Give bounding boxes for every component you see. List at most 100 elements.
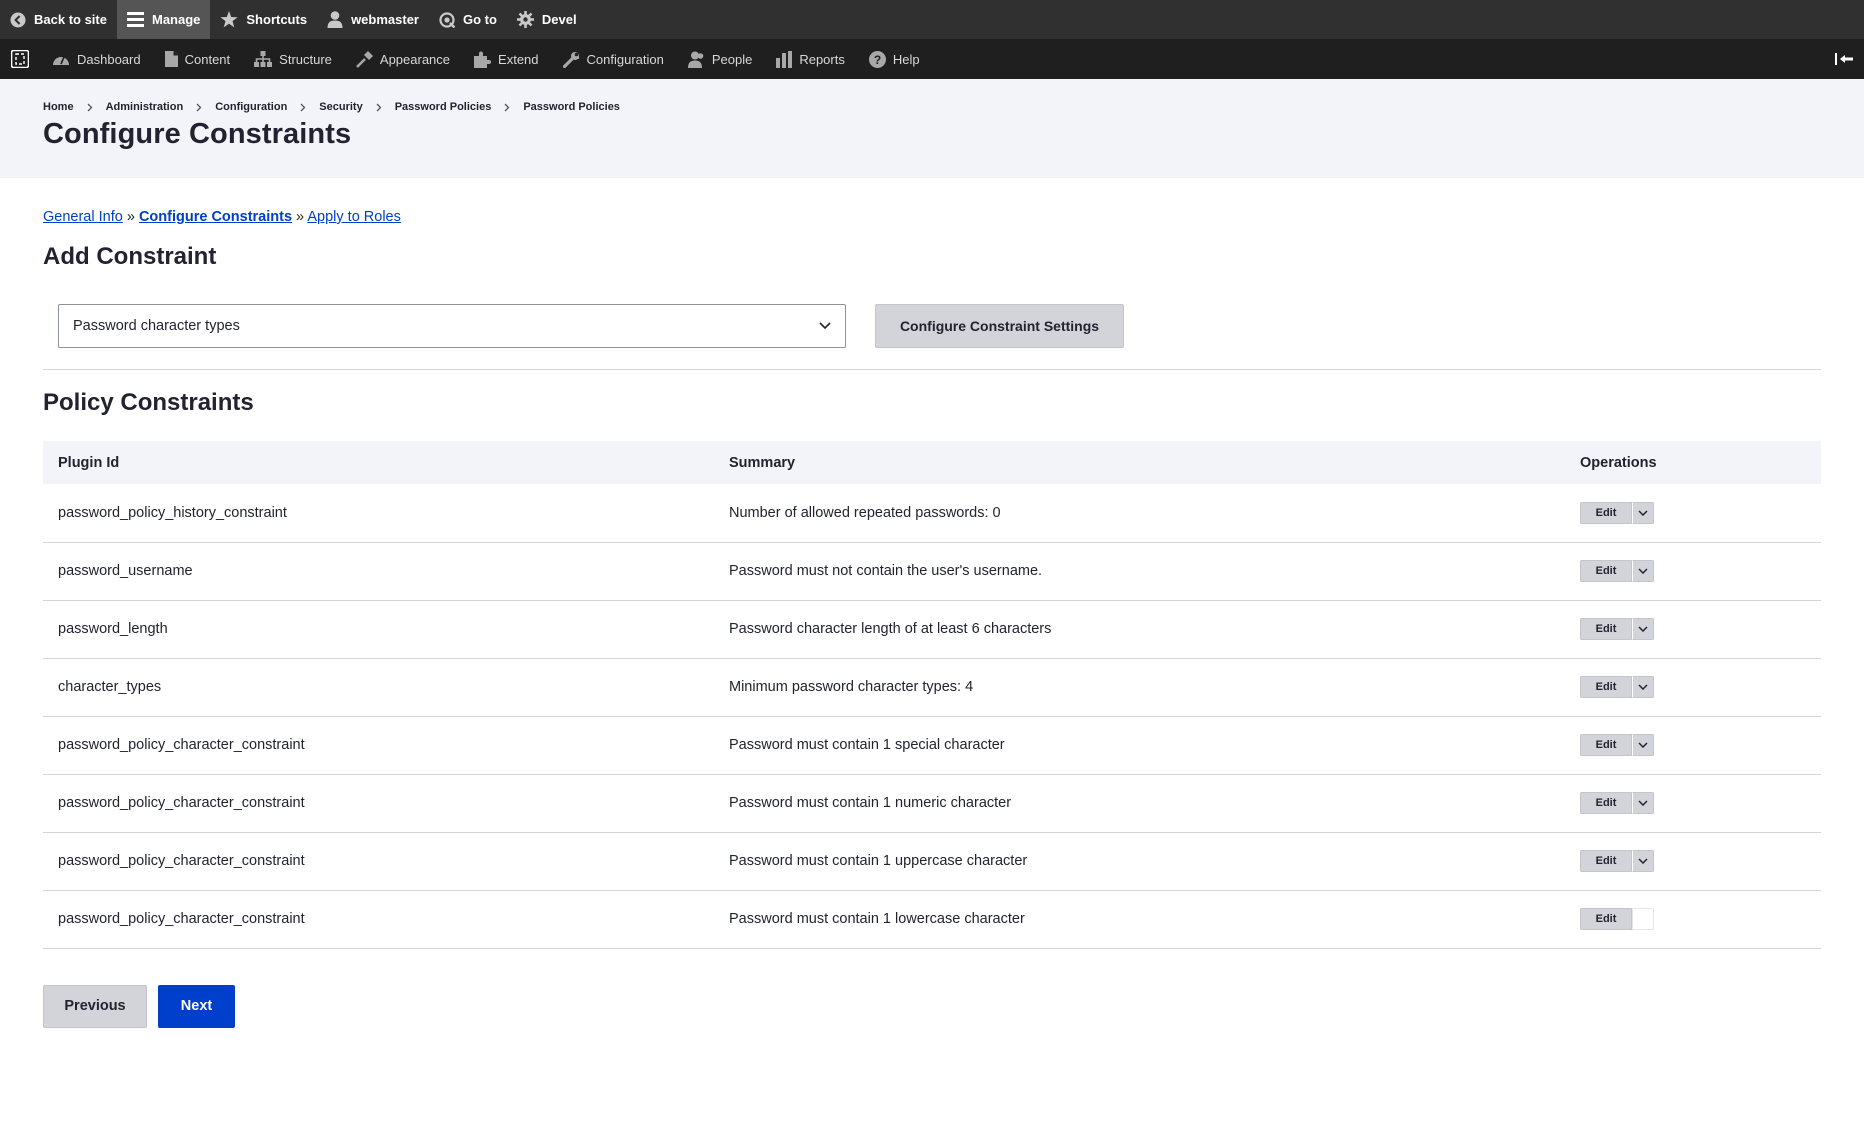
tray-item-appearance[interactable]: Appearance [344,39,462,79]
column-header-operations: Operations [1565,441,1821,484]
plugin-id-cell: password_policy_history_constraint [43,484,714,543]
operations-toggle-button[interactable] [1632,560,1654,582]
operations-toggle-button[interactable] [1632,850,1654,872]
plugin-id-cell: password_policy_character_constraint [43,832,714,891]
operations-dropbutton: Edit [1580,501,1654,524]
configure-constraint-settings-button[interactable]: Configure Constraint Settings [875,304,1124,348]
tray-item-help[interactable]: ? Help [857,39,932,79]
step-configure-constraints-link[interactable]: Configure Constraints [139,209,292,225]
go-to-label: Go to [462,12,497,27]
back-to-site-link[interactable]: Back to site [0,0,117,39]
devel-tab[interactable]: Devel [507,0,587,39]
collapse-icon [1835,53,1853,65]
admin-toolbar: Back to site Manage Shortcuts webmaster … [0,0,1864,39]
chevron-right-icon [376,103,382,112]
operations-toggle-button[interactable] [1632,734,1654,756]
operations-cell: Edit [1565,890,1821,949]
manage-tab[interactable]: Manage [116,0,211,39]
step-apply-to-roles-link[interactable]: Apply to Roles [307,209,401,225]
operations-dropbutton: Edit [1580,560,1654,582]
summary-cell: Password must contain 1 lowercase charac… [714,890,1565,949]
table-header-row: Plugin Id Summary Operations [43,441,1821,484]
table-row: password_policy_character_constraint Pas… [43,890,1821,949]
drupal-home-button[interactable] [0,39,40,79]
policy-constraints-heading: Policy Constraints [43,389,254,416]
previous-button[interactable]: Previous [43,984,147,1028]
page-title: Configure Constraints [43,118,352,150]
operations-cell: Edit [1565,484,1821,543]
extend-icon [474,51,492,68]
operations-dropbutton: Edit [1580,792,1654,814]
devel-label: Devel [541,12,577,27]
summary-cell: Number of allowed repeated passwords: 0 [714,484,1565,543]
people-icon [687,51,704,68]
summary-cell: Password must contain 1 uppercase charac… [714,832,1565,891]
tray-item-dashboard[interactable]: Dashboard [40,39,153,79]
operations-toggle-placeholder [1632,908,1654,930]
step-separator: » [296,209,305,225]
tray-item-configuration[interactable]: Configuration [551,39,676,79]
breadcrumb-configuration[interactable]: Configuration [215,101,287,113]
tray-label-configuration: Configuration [586,51,664,67]
operations-cell: Edit [1565,542,1821,601]
tray-item-structure[interactable]: Structure [242,39,344,79]
operations-cell: Edit [1565,600,1821,659]
edit-button[interactable]: Edit [1580,676,1632,698]
user-tab[interactable]: webmaster [317,0,429,39]
star-icon [220,11,238,28]
tray-label-help: Help [892,51,920,67]
breadcrumb-administration[interactable]: Administration [106,101,184,113]
edit-button[interactable]: Edit [1580,792,1632,814]
step-general-info-link[interactable]: General Info [43,209,123,225]
breadcrumb-security[interactable]: Security [319,101,362,113]
form-actions: Previous Next [43,984,1821,1028]
edit-button[interactable]: Edit [1580,560,1632,582]
tray-item-people[interactable]: People [676,39,764,79]
chevron-down-icon [1638,800,1648,806]
operations-cell: Edit [1565,774,1821,833]
tray-item-reports[interactable]: Reports [764,39,857,79]
tray-label-structure: Structure [279,51,332,67]
edit-button[interactable]: Edit [1580,618,1632,640]
operations-toggle-button[interactable] [1632,676,1654,698]
edit-button[interactable]: Edit [1580,501,1632,524]
breadcrumb-password-policies-current[interactable]: Password Policies [523,101,620,113]
svg-text:?: ? [874,53,881,67]
constraint-type-select[interactable]: Password character types [58,304,846,348]
chevron-down-icon [1638,742,1648,748]
tray-label-reports: Reports [799,51,845,67]
edit-button[interactable]: Edit [1580,908,1632,930]
tray-item-extend[interactable]: Extend [462,39,550,79]
chevron-down-icon [1638,858,1648,864]
next-button[interactable]: Next [158,984,235,1028]
table-row: character_types Minimum password charact… [43,658,1821,717]
page-header: Home Administration Configuration Securi… [0,79,1864,178]
section-divider [43,369,1821,370]
dashboard-icon [53,56,69,65]
wrench-icon [562,51,579,68]
go-to-tab[interactable]: Go to [429,0,507,39]
shortcuts-tab[interactable]: Shortcuts [210,0,317,39]
operations-cell: Edit [1565,716,1821,775]
policy-constraints-table: Plugin Id Summary Operations password_po… [43,441,1821,949]
operations-toggle-button[interactable] [1632,501,1654,524]
column-header-summary: Summary [714,441,1565,484]
operations-dropbutton: Edit [1580,908,1654,930]
chevron-down-icon [1638,684,1648,690]
appearance-icon [355,50,373,68]
plugin-id-cell: password_username [43,542,714,601]
edit-button[interactable]: Edit [1580,734,1632,756]
operations-toggle-button[interactable] [1632,792,1654,814]
edit-button[interactable]: Edit [1580,850,1632,872]
breadcrumb-password-policies[interactable]: Password Policies [395,101,492,113]
tray-orientation-toggle[interactable] [1824,39,1864,79]
wizard-steps: General Info » Configure Constraints » A… [43,209,1821,225]
breadcrumb-home[interactable]: Home [43,101,74,113]
tray-item-content[interactable]: Content [153,39,243,79]
operations-toggle-button[interactable] [1632,618,1654,640]
table-row: password_policy_character_constraint Pas… [43,832,1821,891]
goto-icon [439,11,455,28]
table-row: password_policy_character_constraint Pas… [43,774,1821,833]
reports-icon [776,50,793,68]
chevron-right-icon [300,103,306,112]
